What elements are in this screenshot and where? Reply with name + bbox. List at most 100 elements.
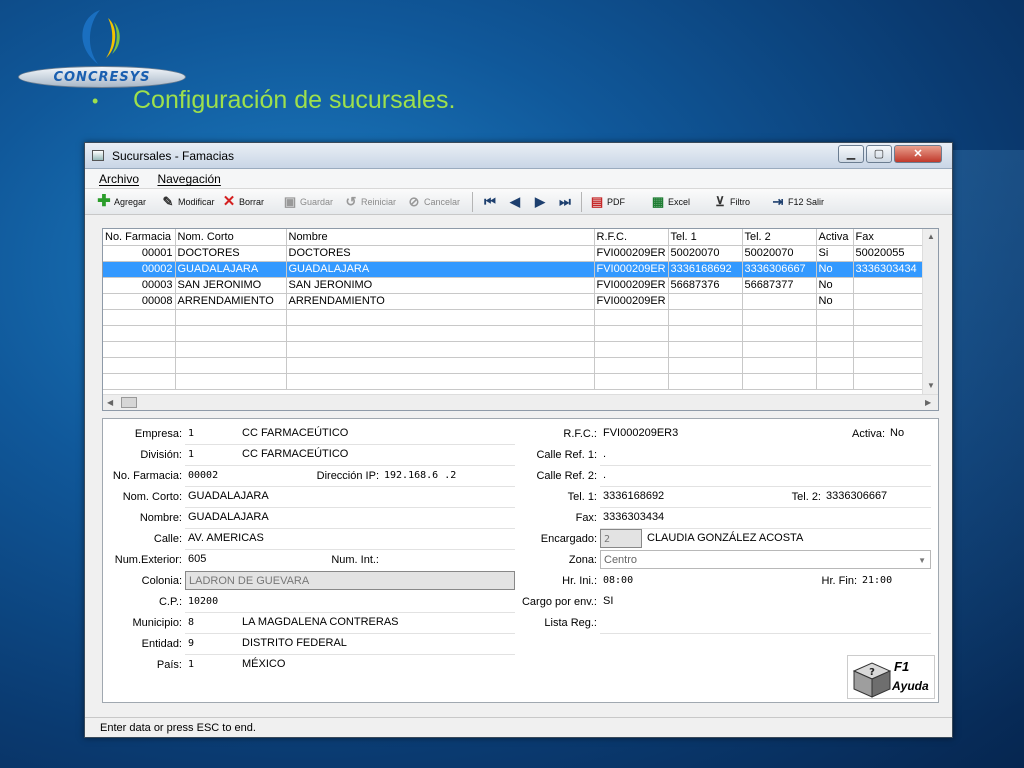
scroll-left-icon[interactable]: ◀ — [107, 398, 113, 407]
maximize-button[interactable]: ▢ — [866, 145, 892, 163]
calle-ref1-field[interactable]: . — [600, 445, 931, 464]
borrar-button[interactable]: ✕ Borrar — [222, 193, 264, 211]
division-label: División: — [140, 449, 182, 461]
encargado-code-field[interactable]: 2 — [600, 529, 642, 548]
minimize-button[interactable]: ▁ — [838, 145, 864, 163]
pais-name-field: MÉXICO — [239, 655, 515, 674]
column-header[interactable]: Tel. 2 — [742, 229, 817, 246]
next-record-button[interactable]: ▶ — [533, 193, 550, 211]
zona-select[interactable]: Centro ▼ — [600, 550, 931, 569]
pais-code-field[interactable]: 1 — [185, 655, 237, 674]
fax-field[interactable]: 3336303434 — [600, 508, 704, 527]
salir-button[interactable]: ⇥ F12 Salir — [771, 193, 824, 211]
table-row-selected[interactable]: 00002 GUADALAJARA GUADALAJARA FVI000209E… — [103, 261, 923, 278]
table-row[interactable]: 00001 DOCTORES DOCTORES FVI000209ER 5002… — [103, 245, 923, 262]
last-icon: ⏭ — [559, 194, 571, 209]
filtro-button[interactable]: ⊻ Filtro — [713, 193, 750, 211]
empty-row — [103, 341, 923, 358]
previous-record-button[interactable]: ◀ — [508, 193, 525, 211]
municipio-name-field: LA MAGDALENA CONTRERAS — [239, 613, 515, 632]
undo-icon: ↺ — [345, 194, 357, 209]
rfc-field[interactable]: FVI000209ER3 — [600, 424, 704, 443]
row-divider — [600, 507, 931, 508]
grid-cell: No — [816, 261, 854, 278]
row-divider — [185, 549, 515, 550]
row-divider — [600, 528, 931, 529]
nombre-field[interactable]: GUADALAJARA — [185, 508, 515, 527]
agregar-button[interactable]: ✚ Agregar — [97, 193, 146, 211]
column-header[interactable]: R.F.C. — [594, 229, 669, 246]
cancelar-button[interactable]: ⊘ Cancelar — [407, 193, 460, 211]
menu-archivo[interactable]: Archivo — [99, 169, 139, 189]
sucursales-window: Sucursales - Famacias ▁ ▢ ✕ Archivo Nave… — [84, 142, 953, 738]
num-int-field[interactable] — [381, 550, 515, 569]
column-header[interactable]: Activa — [816, 229, 854, 246]
column-header[interactable]: Fax — [853, 229, 923, 246]
division-code-field[interactable]: 1 — [185, 445, 237, 464]
table-row[interactable]: 00008 ARRENDAMIENTO ARRENDAMIENTO FVI000… — [103, 293, 923, 310]
activa-field[interactable]: No — [887, 424, 931, 443]
menu-navegacion[interactable]: Navegación — [157, 169, 220, 189]
empresa-code-field[interactable]: 1 — [185, 424, 237, 443]
last-record-button[interactable]: ⏭ — [558, 193, 575, 211]
horizontal-scrollbar[interactable]: ◀ ▶ — [103, 394, 938, 410]
grid-cell: FVI000209ER — [594, 261, 669, 278]
row-divider — [185, 444, 515, 445]
modificar-button[interactable]: ✎ Modificar — [161, 193, 215, 211]
scroll-up-icon[interactable]: ▲ — [927, 232, 935, 241]
arrow-right-icon: ▶ — [535, 194, 545, 209]
toolbar-separator — [581, 192, 582, 212]
scroll-thumb[interactable] — [121, 397, 137, 408]
cp-field[interactable]: 10200 — [185, 592, 285, 611]
column-header[interactable]: No. Farmacia — [103, 229, 176, 246]
calle-ref2-label: Calle Ref. 2: — [536, 470, 597, 482]
grid-cell — [742, 293, 817, 310]
hr-ini-field[interactable]: 08:00 — [600, 571, 674, 590]
first-record-button[interactable]: ⏮ — [483, 193, 500, 211]
calle-field[interactable]: AV. AMERICAS — [185, 529, 515, 548]
scroll-down-icon[interactable]: ▼ — [927, 381, 935, 390]
close-button[interactable]: ✕ — [894, 145, 942, 163]
column-header[interactable]: Nombre — [286, 229, 595, 246]
lista-reg-field[interactable] — [600, 613, 931, 632]
no-farmacia-field[interactable]: 00002 — [185, 466, 285, 485]
scroll-right-icon[interactable]: ▶ — [925, 398, 931, 407]
row-divider — [185, 633, 515, 634]
table-row[interactable]: 00003 SAN JERONIMO SAN JERONIMO FVI00020… — [103, 277, 923, 294]
pdf-button[interactable]: ▤ PDF — [590, 193, 625, 211]
cancel-icon: ⊘ — [408, 194, 420, 209]
nom-corto-field[interactable]: GUADALAJARA — [185, 487, 515, 506]
empty-row — [103, 357, 923, 374]
direccion-ip-field[interactable]: 192.168.6 .2 — [381, 466, 515, 485]
vertical-scrollbar[interactable]: ▲ ▼ — [922, 229, 938, 395]
cargo-env-field[interactable]: SI — [600, 592, 674, 611]
column-header[interactable]: Nom. Corto — [175, 229, 287, 246]
grid-cell: FVI000209ER — [594, 293, 669, 310]
empty-row — [103, 325, 923, 342]
hr-fin-field[interactable]: 21:00 — [859, 571, 931, 590]
save-icon: ▣ — [283, 194, 297, 209]
row-divider — [600, 633, 931, 634]
grid-cell — [668, 293, 743, 310]
hr-ini-label: Hr. Ini.: — [562, 575, 597, 587]
tel1-field[interactable]: 3336168692 — [600, 487, 704, 506]
fax-label: Fax: — [575, 512, 597, 524]
tel2-field[interactable]: 3336306667 — [823, 487, 931, 506]
calle-ref2-field[interactable]: . — [600, 466, 931, 485]
municipio-code-field[interactable]: 8 — [185, 613, 237, 632]
reiniciar-button[interactable]: ↺ Reiniciar — [344, 193, 396, 211]
guardar-button[interactable]: ▣ Guardar — [283, 193, 333, 211]
sucursales-grid[interactable]: No. Farmacia Nom. Corto Nombre R.F.C. Te… — [102, 228, 939, 411]
help-button[interactable]: ? F1 Ayuda — [847, 655, 935, 699]
entidad-code-field[interactable]: 9 — [185, 634, 237, 653]
chevron-down-icon[interactable]: ▼ — [918, 551, 926, 568]
excel-button[interactable]: ▦ Excel — [651, 193, 690, 211]
title-bar: Sucursales - Famacias ▁ ▢ ✕ — [85, 143, 952, 169]
column-header[interactable]: Tel. 1 — [668, 229, 743, 246]
app-icon — [92, 150, 104, 161]
colonia-field[interactable]: LADRON DE GUEVARA — [185, 571, 515, 590]
grid-cell: DOCTORES — [175, 245, 287, 262]
grid-cell: SAN JERONIMO — [286, 277, 595, 294]
toolbar: ✚ Agregar ✎ Modificar ✕ Borrar ▣ Guardar… — [85, 189, 952, 215]
num-exterior-field[interactable]: 605 — [185, 550, 289, 569]
